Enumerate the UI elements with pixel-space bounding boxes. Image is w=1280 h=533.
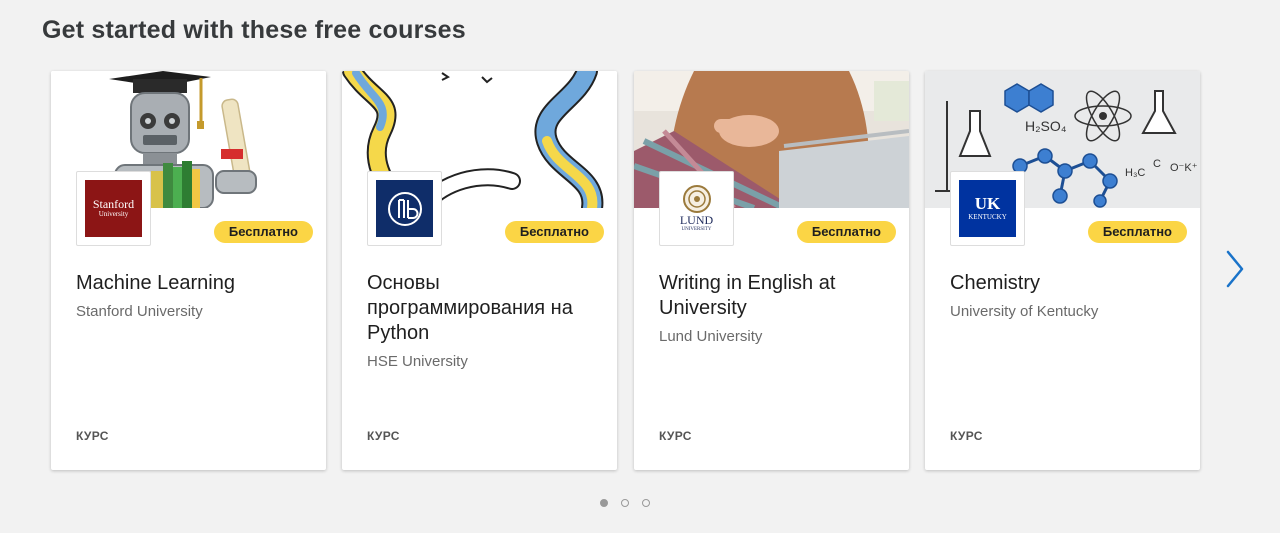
course-partner: University of Kentucky: [950, 303, 1099, 320]
svg-text:H₃C: H₃C: [1125, 167, 1145, 179]
partner-logo-stanford: Stanford University: [76, 171, 151, 246]
product-type-label: КУРС: [367, 429, 400, 443]
course-title[interactable]: Основы программирования на Python HSE Un…: [367, 271, 597, 372]
svg-text:O⁻K⁺: O⁻K⁺: [1170, 162, 1198, 174]
partner-logo-kentucky: UK KENTUCKY: [950, 171, 1025, 246]
carousel-dot-1[interactable]: [600, 499, 608, 507]
course-title-text[interactable]: Chemistry: [950, 272, 1040, 294]
course-partner: Stanford University: [76, 303, 203, 320]
carousel-dot-2[interactable]: [621, 499, 629, 507]
svg-text:C: C: [1153, 158, 1161, 170]
free-badge: Бесплатно: [504, 221, 604, 243]
product-type-label: КУРС: [659, 429, 692, 443]
product-type-label: КУРС: [76, 429, 109, 443]
course-card-writing-english[interactable]: LUND UNIVERSITY Бесплатно Writing in Eng…: [634, 71, 909, 470]
logo-kentucky-subtext: KENTUCKY: [968, 213, 1007, 221]
course-card-chemistry[interactable]: H₂SO₄ H₃C C O⁻K⁺ UK KENTUCKY Бесплатно C…: [925, 71, 1200, 470]
course-card-machine-learning[interactable]: Stanford University Бесплатно Machine Le…: [51, 71, 326, 470]
course-title-text[interactable]: Writing in English at University: [659, 272, 835, 319]
partner-logo-lund: LUND UNIVERSITY: [659, 171, 734, 246]
course-title[interactable]: Machine Learning Stanford University: [76, 271, 306, 322]
logo-kentucky-text: UK: [974, 194, 1001, 213]
course-partner: Lund University: [659, 328, 763, 345]
svg-text:H₂SO₄: H₂SO₄: [1025, 118, 1067, 134]
logo-lund-subtext: UNIVERSITY: [681, 227, 712, 232]
chevron-right-icon[interactable]: [1222, 248, 1248, 290]
free-badge: Бесплатно: [213, 221, 313, 243]
product-type-label: КУРС: [950, 429, 983, 443]
course-partner: HSE University: [367, 353, 468, 370]
course-card-python[interactable]: Бесплатно Основы программирования на Pyt…: [342, 71, 617, 470]
course-title-text[interactable]: Machine Learning: [76, 272, 235, 294]
course-title[interactable]: Writing in English at University Lund Un…: [659, 271, 889, 347]
course-title-text[interactable]: Основы программирования на Python: [367, 272, 573, 344]
free-badge: Бесплатно: [796, 221, 896, 243]
course-title[interactable]: Chemistry University of Kentucky: [950, 271, 1180, 322]
partner-logo-hse: [367, 171, 442, 246]
logo-stanford-text: Stanford: [92, 197, 135, 211]
logo-stanford-subtext: University: [98, 210, 129, 218]
free-badge: Бесплатно: [1087, 221, 1187, 243]
hse-emblem-icon: [387, 191, 422, 226]
carousel-next-button[interactable]: [1222, 248, 1248, 290]
section-title: Get started with these free courses: [42, 16, 466, 44]
carousel-pagination: [600, 499, 650, 507]
logo-lund-text: LUND: [679, 213, 714, 227]
carousel-dot-3[interactable]: [642, 499, 650, 507]
lund-seal-icon: [682, 185, 711, 213]
